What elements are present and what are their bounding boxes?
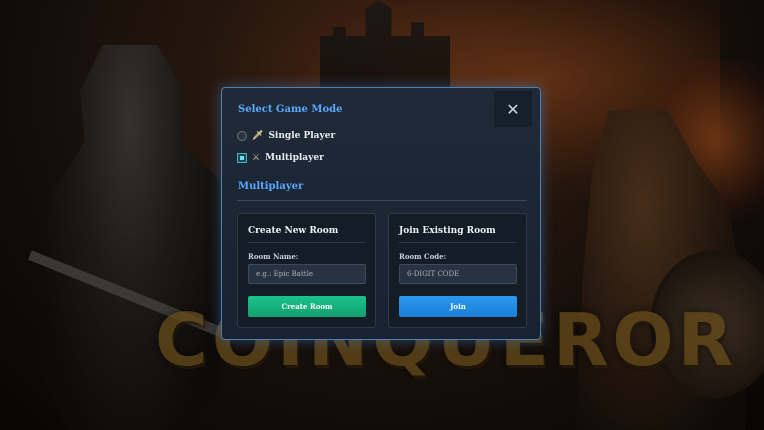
room-name-label: Room Name: xyxy=(248,252,299,261)
create-room-card: Create New Room Room Name: Create Room xyxy=(237,213,376,328)
room-code-label: Room Code: xyxy=(399,252,447,261)
mode-option-multiplayer[interactable]: ⚔ Multiplayer xyxy=(237,153,324,163)
section-divider xyxy=(237,200,527,201)
room-name-input[interactable] xyxy=(248,264,366,284)
game-mode-dialog: Select Game Mode ✕ 🗡 Single Player ⚔ Mul… xyxy=(221,87,541,340)
multiplayer-radio[interactable] xyxy=(237,153,247,163)
multiplayer-label: Multiplayer xyxy=(265,153,324,163)
create-room-divider xyxy=(248,242,365,243)
single-player-radio[interactable] xyxy=(237,131,247,141)
close-button[interactable]: ✕ xyxy=(494,91,532,127)
dialog-title: Select Game Mode xyxy=(238,104,343,115)
crossed-swords-icon: ⚔ xyxy=(252,153,261,163)
join-room-title: Join Existing Room xyxy=(399,226,496,236)
sword-icon: 🗡 xyxy=(252,131,264,141)
mode-option-single-player[interactable]: 🗡 Single Player xyxy=(237,131,335,141)
multiplayer-section-title: Multiplayer xyxy=(238,181,304,192)
create-room-title: Create New Room xyxy=(248,226,339,236)
join-room-divider xyxy=(399,242,516,243)
create-room-button[interactable]: Create Room xyxy=(248,296,366,317)
join-button[interactable]: Join xyxy=(399,296,517,317)
close-icon: ✕ xyxy=(506,99,520,119)
room-code-input[interactable] xyxy=(399,264,517,284)
single-player-label: Single Player xyxy=(268,131,336,141)
join-room-card: Join Existing Room Room Code: Join xyxy=(388,213,527,328)
